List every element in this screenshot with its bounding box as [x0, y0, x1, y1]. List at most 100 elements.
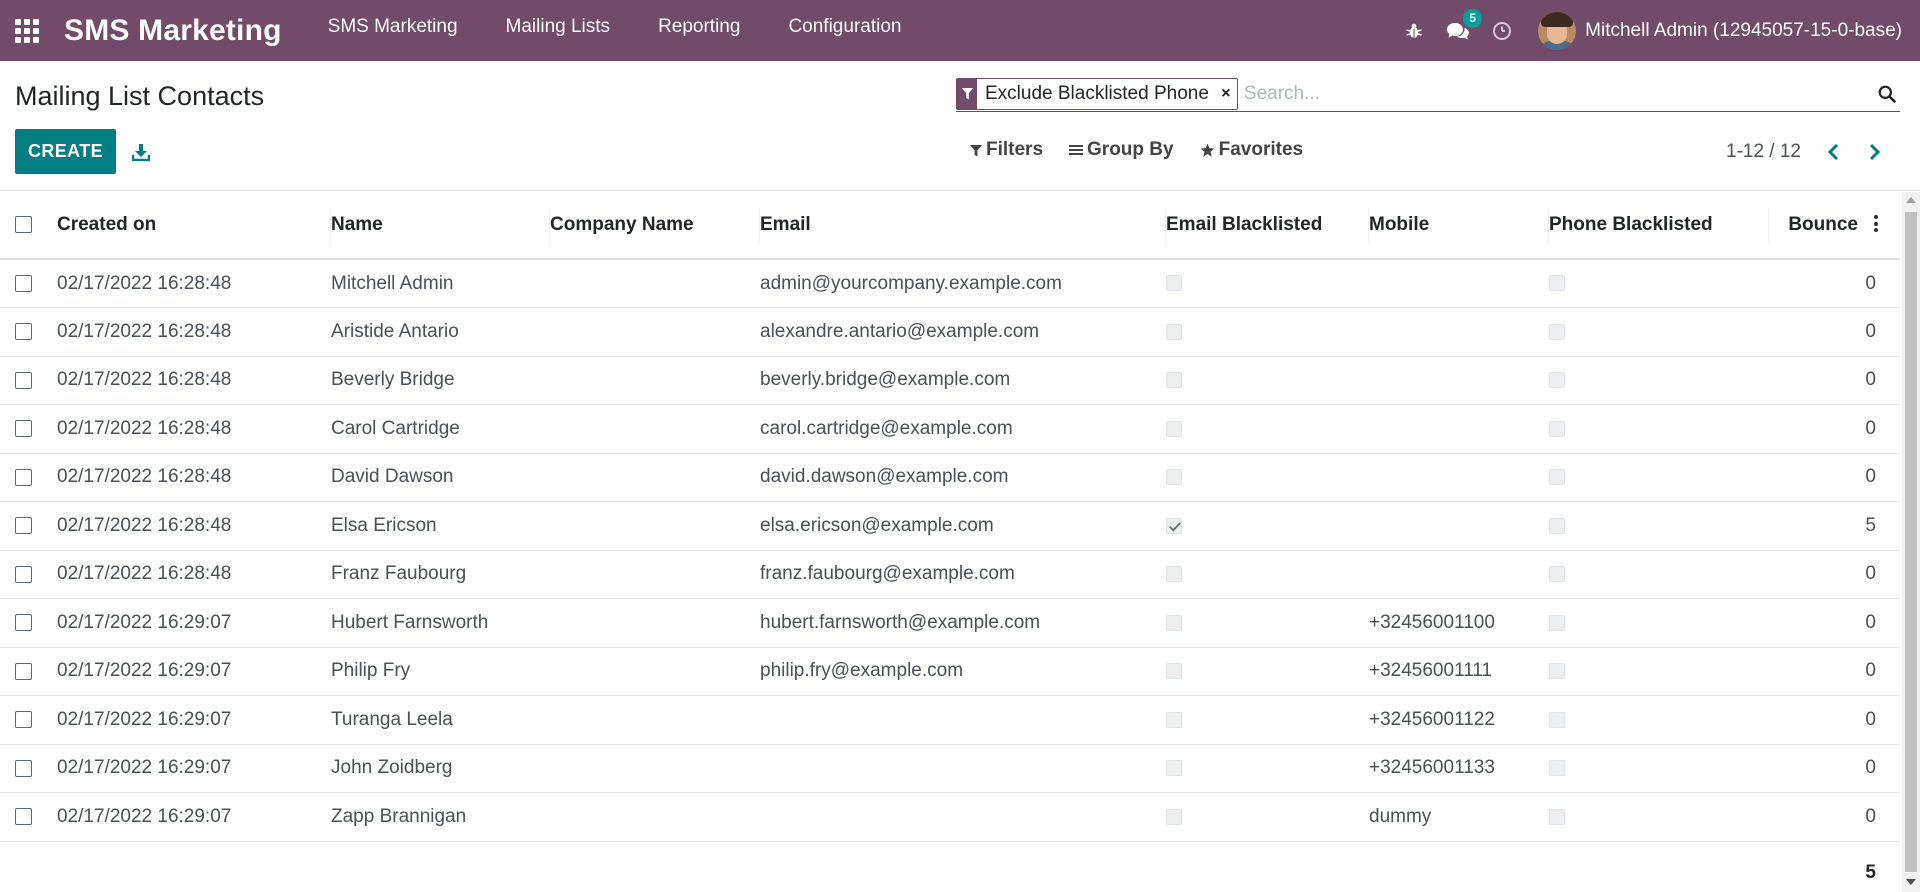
header-phone-blacklisted[interactable]: Phone Blacklisted: [1549, 192, 1769, 260]
cell-phone-blacklisted: [1549, 356, 1769, 405]
cell-created-on: 02/17/2022 16:28:48: [57, 307, 331, 357]
row-checkbox[interactable]: [15, 371, 32, 389]
header-email[interactable]: Email: [760, 192, 1166, 260]
filters-label: Filters: [986, 139, 1044, 160]
scrollbar[interactable]: [1902, 192, 1920, 892]
messages-button[interactable]: 5: [1436, 0, 1483, 61]
phone-blacklisted-checkbox: [1549, 808, 1565, 825]
row-checkbox[interactable]: [15, 323, 32, 341]
header-created-on[interactable]: Created on: [57, 192, 331, 260]
app-brand[interactable]: SMS Marketing: [64, 14, 282, 48]
table-row[interactable]: 02/17/2022 16:28:48 David Dawson david.daw…: [0, 453, 1900, 502]
group-by-dropdown[interactable]: Group By: [1069, 139, 1174, 161]
row-select-cell: [0, 453, 57, 502]
table-row[interactable]: 02/17/2022 16:28:48 Aristide Antario alexa…: [0, 307, 1900, 357]
scroll-thumb[interactable]: [1905, 212, 1917, 872]
phone-blacklisted-checkbox: [1549, 663, 1565, 680]
pager-previous-button[interactable]: [1821, 139, 1847, 165]
row-select-cell: [0, 598, 57, 648]
list-view: Created on Name Company Name Email Email…: [0, 192, 1900, 892]
cell-mobile: [1369, 307, 1549, 357]
row-checkbox[interactable]: [15, 759, 32, 777]
cell-created-on: 02/17/2022 16:29:07: [57, 695, 331, 745]
filter-icon: [970, 144, 982, 156]
table-row[interactable]: 02/17/2022 16:29:07 Turanga Leela +3245600…: [0, 695, 1900, 745]
row-select-cell: [0, 744, 57, 793]
apps-grid-icon: [15, 18, 39, 43]
cell-created-on: 02/17/2022 16:28:48: [57, 356, 331, 405]
cell-name: Zapp Brannigan: [331, 792, 550, 842]
scroll-down-arrow[interactable]: [1906, 879, 1916, 885]
create-button[interactable]: CREATE: [15, 129, 116, 174]
cell-bounce: 0: [1769, 307, 1900, 357]
menu-item-sms-marketing[interactable]: SMS Marketing: [304, 0, 482, 61]
table-row[interactable]: 02/17/2022 16:28:48 Mitchell Admin admin@y…: [0, 259, 1900, 308]
menu-item-mailing-lists[interactable]: Mailing Lists: [482, 0, 635, 61]
row-checkbox[interactable]: [15, 808, 32, 826]
search-options: Filters Group By Favorites: [970, 139, 1329, 161]
page-title: Mailing List Contacts: [15, 81, 265, 111]
header-company-name[interactable]: Company Name: [550, 192, 760, 260]
pager-next-button[interactable]: [1861, 139, 1887, 165]
cell-name: Franz Faubourg: [331, 550, 550, 599]
row-checkbox[interactable]: [15, 614, 32, 632]
export-button[interactable]: [128, 137, 154, 167]
activities-button[interactable]: [1480, 0, 1524, 61]
row-checkbox[interactable]: [15, 420, 32, 438]
header-bounce[interactable]: Bounce: [1769, 192, 1900, 260]
cell-mobile: +32456001122: [1369, 695, 1549, 745]
search-input[interactable]: [1243, 79, 1874, 109]
row-checkbox[interactable]: [15, 565, 32, 583]
favorites-dropdown[interactable]: Favorites: [1200, 139, 1303, 161]
chevron-right-icon: [1869, 143, 1881, 161]
download-icon: [132, 144, 150, 161]
search-bar: Exclude Blacklisted Phone ×: [956, 77, 1900, 112]
row-checkbox[interactable]: [15, 468, 32, 486]
row-checkbox[interactable]: [15, 517, 32, 535]
scroll-up-arrow[interactable]: [1906, 197, 1916, 203]
cell-email: philip.fry@example.com: [760, 647, 1166, 696]
row-select-cell: [0, 550, 57, 599]
menu-item-configuration[interactable]: Configuration: [764, 0, 925, 61]
email-blacklisted-checkbox: [1166, 275, 1182, 292]
cell-company-name: [550, 259, 760, 308]
table-row[interactable]: 02/17/2022 16:29:07 John Zoidberg +3245600…: [0, 744, 1900, 793]
avatar: [1538, 11, 1577, 50]
apps-menu-button[interactable]: [0, 0, 54, 61]
cell-mobile: [1369, 501, 1549, 551]
cell-company-name: [550, 695, 760, 745]
cell-phone-blacklisted: [1549, 453, 1769, 502]
phone-blacklisted-checkbox: [1549, 614, 1565, 631]
table-row[interactable]: 02/17/2022 16:28:48 Elsa Ericson elsa.eric…: [0, 501, 1900, 551]
table-row[interactable]: 02/17/2022 16:29:07 Hubert Farnsworth hube…: [0, 598, 1900, 648]
cell-name: John Zoidberg: [331, 744, 550, 793]
table-row[interactable]: 02/17/2022 16:28:48 Beverly Bridge beverly…: [0, 356, 1900, 405]
row-checkbox[interactable]: [15, 274, 32, 292]
menu-item-reporting[interactable]: Reporting: [634, 0, 764, 61]
table-row[interactable]: 02/17/2022 16:29:07 Philip Fry philip.fry@…: [0, 647, 1900, 696]
header-name[interactable]: Name: [331, 192, 550, 260]
row-checkbox[interactable]: [15, 662, 32, 680]
kebab-icon[interactable]: [1866, 215, 1886, 235]
header-mobile[interactable]: Mobile: [1369, 192, 1549, 260]
cell-mobile: +32456001133: [1369, 744, 1549, 793]
cell-email: david.dawson@example.com: [760, 453, 1166, 502]
header-email-blacklisted[interactable]: Email Blacklisted: [1166, 192, 1369, 260]
cell-email-blacklisted: [1166, 792, 1369, 842]
table-row[interactable]: 02/17/2022 16:28:48 Carol Cartridge carol.…: [0, 404, 1900, 454]
user-menu[interactable]: Mitchell Admin (12945057-15-0-base): [1538, 11, 1902, 50]
table-row[interactable]: 02/17/2022 16:29:07 Zapp Brannigan dummy 0: [0, 792, 1900, 842]
close-icon[interactable]: ×: [1215, 79, 1237, 109]
email-blacklisted-checkbox: [1166, 663, 1182, 680]
clock-icon: [1493, 21, 1512, 40]
select-all-checkbox[interactable]: [15, 216, 32, 234]
cell-company-name: [550, 501, 760, 551]
cell-email-blacklisted: [1166, 307, 1369, 357]
cell-created-on: 02/17/2022 16:29:07: [57, 744, 331, 793]
search-button[interactable]: [1874, 79, 1900, 109]
debug-button[interactable]: [1392, 0, 1436, 61]
filters-dropdown[interactable]: Filters: [970, 139, 1043, 161]
pager-value[interactable]: 1-12 / 12: [1726, 141, 1801, 163]
row-checkbox[interactable]: [15, 711, 32, 729]
table-row[interactable]: 02/17/2022 16:28:48 Franz Faubourg franz.f…: [0, 550, 1900, 599]
